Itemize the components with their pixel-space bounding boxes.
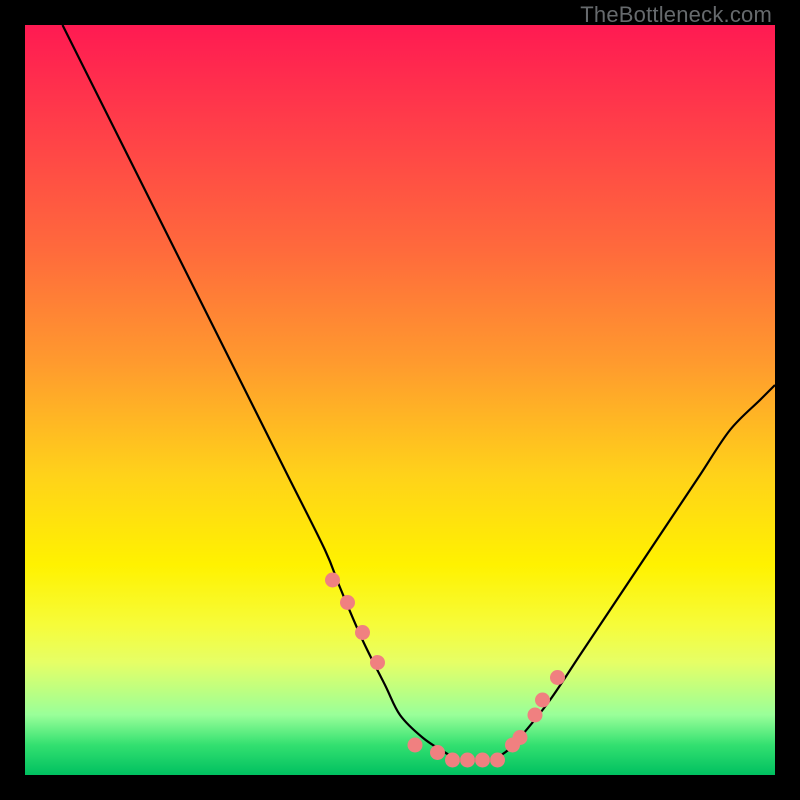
curve-marker [535, 693, 550, 708]
curve-marker [513, 730, 528, 745]
curve-marker [528, 708, 543, 723]
curve-marker [430, 745, 445, 760]
curve-marker [460, 753, 475, 768]
plot-area [25, 25, 775, 775]
curve-marker [370, 655, 385, 670]
chart-svg [25, 25, 775, 775]
curve-marker [355, 625, 370, 640]
chart-frame: TheBottleneck.com [0, 0, 800, 800]
curve-marker [475, 753, 490, 768]
curve-marker [490, 753, 505, 768]
curve-marker [340, 595, 355, 610]
curve-marker [445, 753, 460, 768]
curve-marker [325, 573, 340, 588]
gradient-background [25, 25, 775, 775]
curve-marker [408, 738, 423, 753]
curve-marker [550, 670, 565, 685]
